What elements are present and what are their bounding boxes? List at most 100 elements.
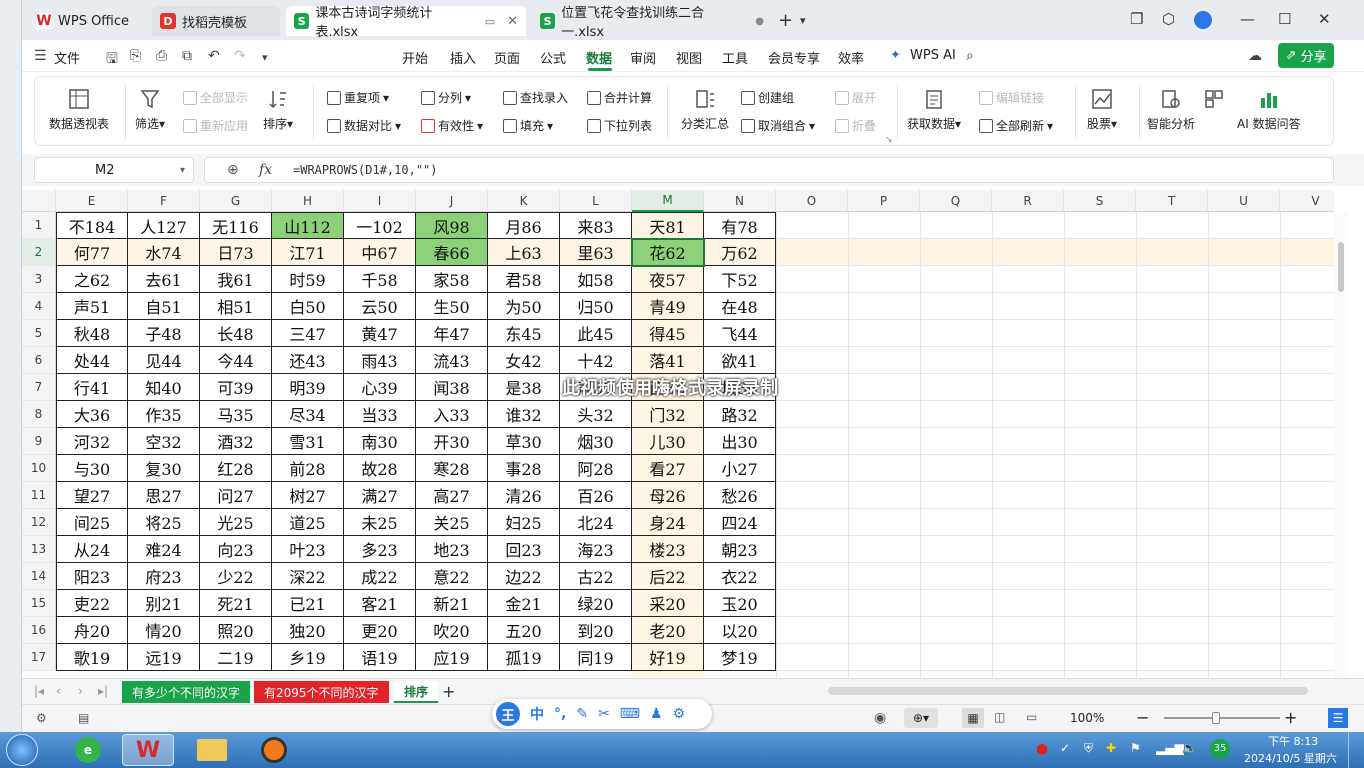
column-header-m[interactable]: M <box>632 190 704 212</box>
redo-icon[interactable]: ↷ <box>234 48 246 64</box>
row-header-15[interactable]: 15 <box>22 590 56 617</box>
cell-n2[interactable]: 万62 <box>704 239 776 266</box>
cell-f4[interactable]: 自51 <box>128 293 200 320</box>
cell-j7[interactable]: 闻38 <box>416 374 488 401</box>
cell-i4[interactable]: 云50 <box>344 293 416 320</box>
column-header-t[interactable]: T <box>1136 190 1208 212</box>
compare-button[interactable]: 数据对比 ▾ <box>327 117 401 134</box>
cell-m9[interactable]: 儿30 <box>632 428 704 455</box>
tray-plus-icon[interactable]: ✚ <box>1106 741 1116 755</box>
name-box[interactable]: M2 ▾ <box>34 157 194 183</box>
scroll-thumb[interactable] <box>1338 242 1344 292</box>
cell-k4[interactable]: 为50 <box>488 293 560 320</box>
row-header-12[interactable]: 12 <box>22 509 56 536</box>
ime-status-icon[interactable]: ☰ <box>1328 708 1348 728</box>
cell-f14[interactable]: 府23 <box>128 563 200 590</box>
menu-start[interactable]: 开始 <box>402 48 428 67</box>
cell-i15[interactable]: 客21 <box>344 590 416 617</box>
cell-e2[interactable]: 何77 <box>56 239 128 266</box>
cell-g2[interactable]: 日73 <box>200 239 272 266</box>
flag-icon[interactable]: ⚑ <box>1130 741 1141 755</box>
cell-g17[interactable]: 二19 <box>200 644 272 671</box>
notification-badge[interactable]: 35 <box>1210 739 1230 759</box>
show-desktop-button[interactable] <box>1348 732 1364 768</box>
cell-j13[interactable]: 地23 <box>416 536 488 563</box>
dropdown-list-button[interactable]: 下拉列表 <box>587 117 652 134</box>
cell-f9[interactable]: 空32 <box>128 428 200 455</box>
column-header-k[interactable]: K <box>488 190 560 212</box>
cell-f15[interactable]: 别21 <box>128 590 200 617</box>
print-preview-icon[interactable]: ⧉ <box>182 48 192 64</box>
fill-button[interactable]: 填充 ▾ <box>503 117 553 134</box>
cell-e15[interactable]: 吏22 <box>56 590 128 617</box>
cell-k8[interactable]: 谁32 <box>488 401 560 428</box>
row-header-5[interactable]: 5 <box>22 320 56 347</box>
cell-g11[interactable]: 问27 <box>200 482 272 509</box>
cell-k5[interactable]: 东45 <box>488 320 560 347</box>
scissors-icon[interactable]: ✂ <box>598 706 610 722</box>
row-header-9[interactable]: 9 <box>22 428 56 455</box>
start-button[interactable] <box>6 734 38 766</box>
print-icon[interactable]: ⎙ <box>156 48 167 64</box>
cell-f7[interactable]: 知40 <box>128 374 200 401</box>
cell-g12[interactable]: 光25 <box>200 509 272 536</box>
cell-i9[interactable]: 南30 <box>344 428 416 455</box>
eye-icon[interactable]: ◉ <box>874 710 886 726</box>
row-header-10[interactable]: 10 <box>22 455 56 482</box>
menu-insert[interactable]: 插入 <box>450 48 476 67</box>
export-icon[interactable]: ⎘ <box>130 48 141 64</box>
cell-h16[interactable]: 独20 <box>272 617 344 644</box>
chevron-down-icon[interactable]: ▾ <box>180 165 185 176</box>
cell-m13[interactable]: 楼23 <box>632 536 704 563</box>
normal-view-icon[interactable]: ▦ <box>962 708 984 728</box>
cell-h12[interactable]: 道25 <box>272 509 344 536</box>
dialog-launcher-icon[interactable]: ↘ <box>885 135 893 145</box>
validity-button[interactable]: 有效性 ▾ <box>421 117 483 134</box>
cell-h6[interactable]: 还43 <box>272 347 344 374</box>
first-sheet-icon[interactable]: |◂ <box>34 684 44 698</box>
cell-g14[interactable]: 少22 <box>200 563 272 590</box>
select-all-corner[interactable] <box>22 190 56 212</box>
ai-data-qa-button[interactable]: AI 数据问答 <box>1237 87 1301 132</box>
cell-m4[interactable]: 青49 <box>632 293 704 320</box>
cell-i6[interactable]: 雨43 <box>344 347 416 374</box>
cell-i14[interactable]: 成22 <box>344 563 416 590</box>
cell-k16[interactable]: 五20 <box>488 617 560 644</box>
lookup-entry-button[interactable]: 查找录入 <box>503 89 568 106</box>
split-column-button[interactable]: 分列 ▾ <box>421 89 471 106</box>
cell-g8[interactable]: 马35 <box>200 401 272 428</box>
cell-g6[interactable]: 今44 <box>200 347 272 374</box>
settings-icon[interactable]: ⚙ <box>673 706 686 722</box>
cell-h11[interactable]: 树27 <box>272 482 344 509</box>
cell-j6[interactable]: 流43 <box>416 347 488 374</box>
cell-k14[interactable]: 边22 <box>488 563 560 590</box>
row-header-8[interactable]: 8 <box>22 401 56 428</box>
column-header-j[interactable]: J <box>416 190 488 212</box>
cell-m8[interactable]: 门32 <box>632 401 704 428</box>
column-header-h[interactable]: H <box>272 190 344 212</box>
cell-j14[interactable]: 意22 <box>416 563 488 590</box>
column-header-f[interactable]: F <box>128 190 200 212</box>
cell-j8[interactable]: 入33 <box>416 401 488 428</box>
column-header-l[interactable]: L <box>560 190 632 212</box>
cell-e6[interactable]: 处44 <box>56 347 128 374</box>
cell-e4[interactable]: 声51 <box>56 293 128 320</box>
collapse-button[interactable]: 折叠 <box>835 117 876 134</box>
cell-f2[interactable]: 水74 <box>128 239 200 266</box>
hamburger-icon[interactable]: ☰ <box>34 48 47 64</box>
cell-j9[interactable]: 开30 <box>416 428 488 455</box>
cell-m11[interactable]: 母26 <box>632 482 704 509</box>
page-break-icon[interactable]: ▭ <box>1026 710 1037 724</box>
record-tray-icon[interactable]: ● <box>1036 741 1048 757</box>
cell-i13[interactable]: 多23 <box>344 536 416 563</box>
cell-n10[interactable]: 小27 <box>704 455 776 482</box>
search-icon[interactable]: ⌕ <box>966 48 974 64</box>
column-header-i[interactable]: I <box>344 190 416 212</box>
cell-h5[interactable]: 三47 <box>272 320 344 347</box>
cell-e11[interactable]: 望27 <box>56 482 128 509</box>
column-header-q[interactable]: Q <box>920 190 992 212</box>
row-header-17[interactable]: 17 <box>22 644 56 671</box>
cloud-upload-icon[interactable]: ☁ <box>1248 48 1262 64</box>
chevron-down-icon[interactable]: ▾ <box>262 51 268 64</box>
chevron-down-icon[interactable]: ▾ <box>800 14 806 27</box>
